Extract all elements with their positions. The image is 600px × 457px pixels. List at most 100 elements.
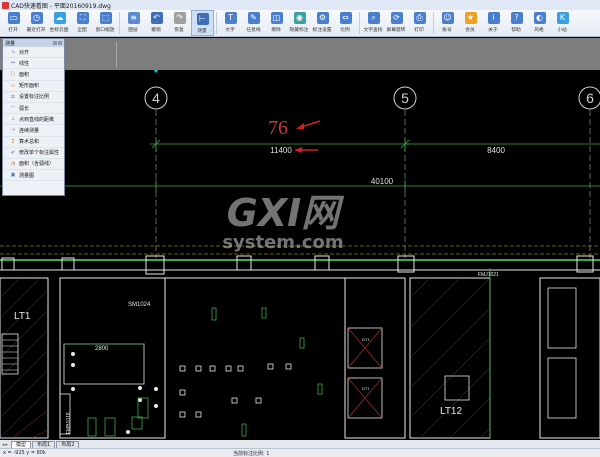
toolbar-button-annotation-settings[interactable]: ⚙ 标注设置 (311, 10, 334, 36)
toolbar-button-measure[interactable]: ⊢ 测量 (191, 10, 214, 36)
measure-item-rect-area[interactable]: ▭ 矩形面积 (3, 81, 64, 92)
toolbar-button-eraser[interactable]: ◫ 擦除 (265, 10, 288, 36)
measure-item-label: 面积 (19, 71, 30, 78)
toolbar-button-label: 帮助 (511, 27, 522, 33)
measure-item-linear-measure[interactable]: ↔ 线性 (3, 58, 64, 70)
app-logo-icon (2, 1, 9, 9)
toolbar-button-folder[interactable]: ▭ 打开 (2, 10, 25, 36)
folder-icon: ▭ (7, 12, 20, 24)
measure-panel-title: 测量 (5, 40, 16, 47)
door-sm1024: SM1024 (128, 302, 151, 308)
measure-item-measure-drawing[interactable]: ▣ 测量图 (3, 170, 64, 182)
measure-panel-header: 测量 (3, 39, 64, 47)
scale-icon: ⇔ (339, 12, 352, 24)
toolbar-button-style[interactable]: ◐ 风格 (528, 10, 551, 36)
title-bar: CAD快速看图 - 平面20160919.dwg (0, 0, 600, 10)
edit-annotation-icon: ✐ (10, 149, 16, 156)
redo-icon: ↷ (173, 12, 186, 24)
measure-item-label: 修改单个标注属性 (19, 150, 60, 157)
toolbar-button-fullview[interactable]: ⛶ 全图 (71, 10, 94, 36)
measure-item-arc-length[interactable]: ◠ 弧长 (3, 103, 64, 115)
tab-layout2[interactable]: 布局2 (56, 441, 80, 448)
measure-item-align-measure[interactable]: ↘ 对齐 (3, 47, 64, 59)
toolbar-button-account[interactable]: ☺ 账号 (436, 10, 459, 36)
toolbar-button-label: 撤销 (151, 27, 162, 33)
toolbar-button-scale[interactable]: ⇔ 比例 (334, 10, 357, 36)
point-line-icon: ⊥ (10, 116, 16, 123)
account-icon: ☺ (441, 12, 454, 24)
measure-drawing-icon: ▣ (10, 172, 16, 179)
toolbar-button-label: 隐藏标注 (289, 27, 309, 33)
toolbar-button-label: 风格 (534, 27, 545, 33)
watermark-line2: system.com (222, 232, 343, 253)
tab-layout1[interactable]: 布局1 (32, 441, 56, 448)
toolbar-button-window-zoom[interactable]: ⬚ 窗口缩放 (94, 10, 117, 36)
measure-item-area-arc[interactable]: ◔ 面积（含弧线） (3, 159, 64, 171)
toolbar-button-label: 图层 (128, 27, 139, 33)
toolbar-button-about[interactable]: i 关于 (482, 10, 505, 36)
measure-item-edit-annotation[interactable]: ✐ 修改单个标注属性 (3, 148, 64, 159)
layout-tabs: ◂ ▸ 模型 布局1 布局2 (0, 440, 600, 448)
measure-item-label: 测量图 (19, 172, 35, 179)
toolbar-button-text-search[interactable]: ⌕ 文字查找 (362, 10, 385, 36)
toolbar-button-clock[interactable]: ◷ 最近打开 (25, 10, 48, 36)
toolbar-separator (433, 12, 434, 34)
door-fmj1021: FMJ1021 (478, 272, 499, 278)
toolbar-button-label: 打印 (414, 27, 425, 33)
measure-item-label: 连续测量 (19, 127, 40, 134)
style-icon: ◐ (533, 12, 546, 24)
cursor-coordinates: x = -925 y = 80k (3, 450, 46, 456)
window-title: CAD快速看图 - 平面20160919.dwg (11, 2, 111, 10)
toolbar-button-label: 测量 (197, 28, 208, 34)
toolbar-button-text[interactable]: T 文字 (219, 10, 242, 36)
toolbar-button-undo[interactable]: ↶ 撤销 (145, 10, 168, 36)
toolbar-button-freeline[interactable]: ✎ 任意线 (242, 10, 265, 36)
toolbar-button-k-site[interactable]: K 小站 (551, 10, 574, 36)
toolbar-button-redo[interactable]: ↷ 恢复 (168, 10, 191, 36)
main-toolbar: ▭ 打开 ◷ 最近打开 ☁ 坐标云盘 ⛶ 全图 ⬚ 窗口缩放 ≡ 图层 ↶ 撤销 ↷ 恢复 ⊢ 测量 T 文字 ✎ 任意线… (0, 10, 600, 37)
linear-measure-icon: ↔ (10, 60, 16, 67)
measure-item-label: 点到直线的距离 (19, 116, 55, 123)
measure-icon: ⊢ (196, 13, 209, 25)
measure-item-continuous-measure[interactable]: ⇢ 连续测量 (3, 125, 64, 137)
toolbar-button-rotate[interactable]: ⟳ 屏幕旋转 (385, 10, 408, 36)
measure-item-label: 设置标注比例 (19, 94, 50, 101)
toolbar-button-hide-annotation[interactable]: ◉ 隐藏标注 (288, 10, 311, 36)
measure-item-point-line[interactable]: ⊥ 点到直线的距离 (3, 114, 64, 126)
axis-label-5: 5 (401, 90, 409, 106)
toolbar-button-layers[interactable]: ≡ 图层 (122, 10, 145, 36)
elevator-label-2: DT1 (362, 386, 370, 391)
toolbar-button-label: 标注设置 (312, 27, 332, 33)
measure-item-label: 矩形面积 (19, 83, 40, 90)
panel-pin-icon[interactable] (53, 41, 57, 45)
dimension-40100: 40100 (371, 177, 394, 186)
tab-model[interactable]: 模型 (11, 441, 32, 448)
continuous-measure-icon: ⇢ (10, 127, 16, 134)
measure-item-label: 算术总和 (19, 139, 40, 146)
toolbar-button-label: 全图 (77, 27, 88, 33)
room-lt1: LT1 (14, 311, 31, 322)
toolbar-button-label: 关于 (488, 27, 499, 33)
measure-item-area[interactable]: ▢ 面积 (3, 69, 64, 81)
toolbar-button-label: 文字查找 (363, 27, 383, 33)
toolbar-button-print[interactable]: ⎙ 打印 (408, 10, 431, 36)
panel-close-icon[interactable] (58, 41, 62, 45)
toolbar-button-vip[interactable]: ★ 会员 (459, 10, 482, 36)
measure-item-sum[interactable]: Σ 算术总和 (3, 137, 64, 148)
measure-item-label: 弧长 (19, 105, 30, 112)
rotate-icon: ⟳ (390, 12, 403, 24)
toolbar-button-label: 最近打开 (26, 27, 46, 33)
rect-area-icon: ▭ (10, 82, 16, 89)
axis-label-6: 6 (586, 90, 594, 106)
cad-viewer-window: CAD快速看图 - 平面20160919.dwg ▭ 打开 ◷ 最近打开 ☁ 坐标云盘 ⛶ 全… (0, 0, 600, 457)
arc-length-icon: ◠ (10, 105, 16, 112)
cloud-icon: ☁ (53, 12, 66, 24)
toolbar-button-cloud[interactable]: ☁ 坐标云盘 (48, 10, 71, 36)
dimension-8400: 8400 (487, 146, 505, 155)
measure-item-set-scale[interactable]: ⚖ 设置标注比例 (3, 92, 64, 103)
k-site-icon: K (556, 12, 569, 24)
toolbar-button-label: 小站 (557, 27, 568, 33)
eraser-icon: ◫ (270, 12, 283, 24)
toolbar-button-label: 文字 (225, 27, 236, 33)
toolbar-button-help[interactable]: ? 帮助 (505, 10, 528, 36)
